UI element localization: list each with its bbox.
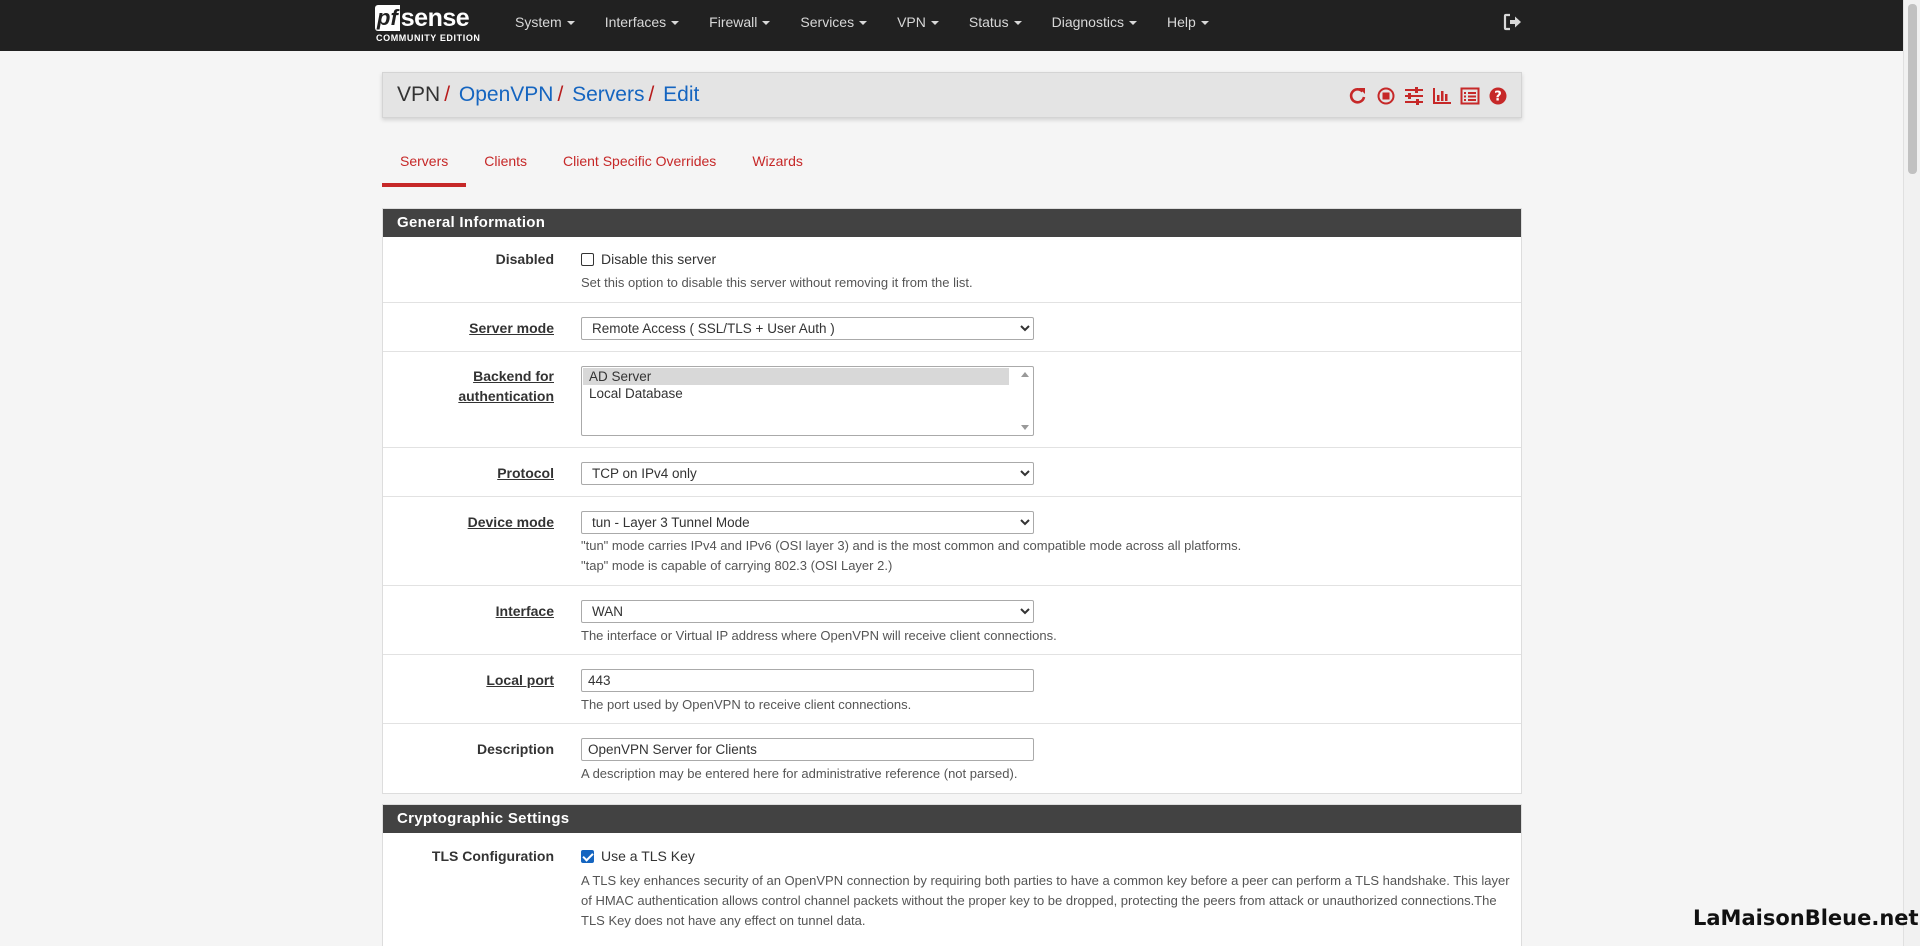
menu-status[interactable]: Status: [954, 0, 1037, 44]
listbox-option-local-database[interactable]: Local Database: [583, 385, 1009, 402]
help-tls-key: A TLS key enhances security of an OpenVP…: [581, 873, 1510, 928]
logo-pf: pf: [375, 5, 400, 31]
caret-down-icon: [671, 21, 680, 26]
breadcrumb-openvpn[interactable]: OpenVPN: [459, 83, 554, 106]
log-list-icon[interactable]: [1459, 86, 1481, 106]
caret-down-icon: [1200, 21, 1209, 26]
help-circle-icon[interactable]: ?: [1487, 86, 1509, 106]
caret-down-icon: [859, 21, 868, 26]
breadcrumb-vpn: VPN: [397, 83, 441, 106]
row-device-mode: Device mode tun - Layer 3 Tunnel Mode "t…: [383, 497, 1521, 586]
label-protocol[interactable]: Protocol: [497, 463, 554, 483]
listbox-scrollbar[interactable]: [1018, 368, 1032, 434]
logout-icon[interactable]: [1503, 13, 1523, 31]
tab-clients[interactable]: Clients: [466, 145, 545, 187]
breadcrumb: VPN / OpenVPN / Servers / Edit ?: [382, 72, 1522, 118]
label-description: Description: [476, 741, 554, 757]
menu-interfaces[interactable]: Interfaces: [590, 0, 694, 44]
menu-firewall[interactable]: Firewall: [694, 0, 785, 44]
svg-text:?: ?: [1494, 90, 1502, 105]
help-disabled: Set this option to disable this server w…: [581, 275, 973, 290]
caret-down-icon: [1013, 21, 1022, 26]
label-tls-config: TLS Configuration: [431, 848, 554, 864]
watermark: LaMaisonBleue.net: [1693, 906, 1919, 930]
row-server-mode: Server mode Remote Access ( SSL/TLS + Us…: [383, 303, 1521, 352]
label-device-mode[interactable]: Device mode: [468, 512, 554, 532]
help-description: A description may be entered here for ad…: [581, 766, 1018, 781]
scroll-down-icon[interactable]: [1021, 425, 1029, 430]
menu-vpn[interactable]: VPN: [882, 0, 954, 44]
local-port-input[interactable]: [581, 669, 1034, 692]
breadcrumb-separator: /: [444, 83, 451, 106]
label-backend-auth[interactable]: Backend for authentication: [458, 366, 554, 406]
tab-client-specific-overrides[interactable]: Client Specific Overrides: [545, 145, 734, 187]
listbox-option-ad-server[interactable]: AD Server: [583, 368, 1009, 385]
panel-title-general: General Information: [383, 209, 1521, 237]
restart-icon[interactable]: [1347, 86, 1369, 106]
label-server-mode[interactable]: Server mode: [469, 318, 554, 338]
general-information-panel: General Information Disabled Disable thi…: [382, 208, 1522, 794]
caret-down-icon: [566, 21, 575, 26]
caret-down-icon: [762, 21, 771, 26]
tab-wizards[interactable]: Wizards: [734, 145, 821, 187]
caret-down-icon: [930, 21, 939, 26]
menu-diagnostics[interactable]: Diagnostics: [1037, 0, 1152, 44]
caret-down-icon: [1128, 21, 1137, 26]
cryptographic-settings-panel: Cryptographic Settings TLS Configuration…: [382, 804, 1522, 946]
breadcrumb-separator: /: [557, 83, 564, 106]
row-local-port: Local port The port used by OpenVPN to r…: [383, 655, 1521, 724]
use-tls-key-checkbox[interactable]: [581, 849, 594, 863]
main-menu: System Interfaces Firewall Services VPN …: [500, 0, 1224, 44]
breadcrumb-separator: /: [648, 83, 655, 106]
menu-help[interactable]: Help: [1152, 0, 1224, 44]
disable-server-checkbox[interactable]: [581, 252, 594, 266]
backend-auth-listbox[interactable]: AD Server Local Database: [581, 366, 1034, 436]
row-tls-config: TLS Configuration Use a TLS Key A TLS ke…: [383, 833, 1521, 943]
logo-sense: sense: [400, 4, 470, 32]
menu-system[interactable]: System: [500, 0, 590, 44]
page-scrollbar[interactable]: [1903, 0, 1920, 946]
help-local-port: The port used by OpenVPN to receive clie…: [581, 697, 912, 712]
panel-title-crypto: Cryptographic Settings: [383, 805, 1521, 833]
row-disabled: Disabled Disable this server Set this op…: [383, 237, 1521, 303]
device-mode-select[interactable]: tun - Layer 3 Tunnel Mode: [581, 511, 1034, 534]
stop-icon[interactable]: [1375, 86, 1397, 106]
row-backend-auth: Backend for authentication AD Server Loca…: [383, 352, 1521, 448]
tab-servers[interactable]: Servers: [382, 145, 467, 187]
row-description: Description A description may be entered…: [383, 724, 1521, 793]
disable-server-checkbox-label: Disable this server: [601, 251, 717, 267]
top-navbar: pf sense COMMUNITY EDITION System Interfa…: [0, 0, 1903, 51]
menu-services[interactable]: Services: [785, 0, 882, 44]
scroll-up-icon[interactable]: [1021, 372, 1029, 377]
use-tls-key-checkbox-label: Use a TLS Key: [601, 848, 695, 864]
label-disabled: Disabled: [495, 251, 554, 267]
scrollbar-thumb[interactable]: [1908, 4, 1917, 174]
description-input[interactable]: [581, 738, 1034, 761]
help-interface: The interface or Virtual IP address wher…: [581, 628, 1057, 643]
settings-sliders-icon[interactable]: [1403, 86, 1425, 106]
label-local-port[interactable]: Local port: [486, 670, 554, 690]
breadcrumb-servers[interactable]: Servers: [572, 83, 644, 106]
row-protocol: Protocol TCP on IPv4 only: [383, 448, 1521, 497]
breadcrumb-edit[interactable]: Edit: [663, 83, 699, 106]
pfsense-logo[interactable]: pf sense COMMUNITY EDITION: [375, 3, 485, 45]
label-interface[interactable]: Interface: [496, 601, 554, 621]
interface-select[interactable]: WAN: [581, 600, 1034, 623]
bar-chart-icon[interactable]: [1431, 86, 1453, 106]
server-mode-select[interactable]: Remote Access ( SSL/TLS + User Auth ): [581, 317, 1034, 340]
row-interface: Interface WAN The interface or Virtual I…: [383, 586, 1521, 655]
help-device-mode-tun: "tun" mode carries IPv4 and IPv6 (OSI la…: [581, 538, 1242, 553]
protocol-select[interactable]: TCP on IPv4 only: [581, 462, 1034, 485]
logo-edition: COMMUNITY EDITION: [376, 33, 481, 43]
help-device-mode-tap: "tap" mode is capable of carrying 802.3 …: [581, 558, 893, 573]
tab-bar: Servers Clients Client Specific Override…: [382, 145, 821, 187]
